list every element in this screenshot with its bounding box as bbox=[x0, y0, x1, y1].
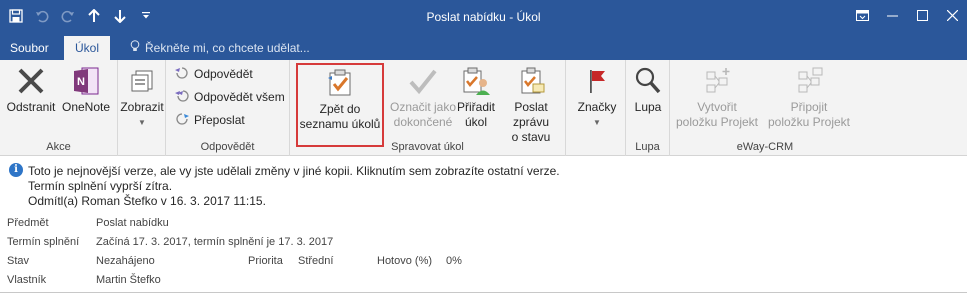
group-zoom: Lupa Lupa bbox=[626, 60, 670, 156]
onenote-button[interactable]: N OneNote bbox=[58, 64, 114, 115]
status-label: Stav bbox=[7, 255, 30, 267]
checkmark-icon bbox=[405, 64, 441, 98]
group-tags: Značky ▼ bbox=[566, 60, 626, 156]
tell-me-box[interactable]: Řekněte mi, co chcete udělat... bbox=[130, 36, 310, 60]
body-divider bbox=[0, 292, 967, 298]
onenote-label: OneNote bbox=[61, 100, 111, 114]
reply-all-label: Odpovědět všem bbox=[194, 90, 285, 104]
attach-project-icon bbox=[791, 64, 827, 98]
back-to-task-list-button[interactable]: Zpět do seznamu úkolů bbox=[296, 63, 384, 147]
minimize-icon[interactable] bbox=[877, 0, 907, 30]
close-icon[interactable] bbox=[937, 0, 967, 30]
view-button[interactable]: Zobrazit ▼ bbox=[118, 64, 166, 130]
group-manage-task: Zpět do seznamu úkolů Označit jako dokon… bbox=[290, 60, 566, 156]
ribbon-tabs: Soubor Úkol Řekněte mi, co chcete udělat… bbox=[0, 36, 967, 60]
title-bar: Poslat nabídku - Úkol bbox=[0, 0, 967, 36]
create-project-icon bbox=[699, 64, 735, 98]
status-value: Nezahájeno bbox=[96, 255, 155, 267]
group-zoom-label: Lupa bbox=[635, 141, 660, 153]
mark-complete-button[interactable]: Označit jako dokončené bbox=[388, 64, 458, 130]
group-eway-crm: Vytvořit položku Projekt Připojit položk… bbox=[670, 60, 860, 156]
info-line-due: Termín splnění vyprší zítra. bbox=[28, 179, 173, 193]
assign-task-line2: úkol bbox=[464, 115, 487, 129]
assign-task-line1: Přiřadit bbox=[456, 100, 495, 114]
attach-project-button[interactable]: Připojit položku Projekt bbox=[762, 64, 856, 130]
group-respond: Odpovědět Odpovědět všem Přeposlat Odpov… bbox=[166, 60, 290, 156]
reply-all-icon bbox=[174, 88, 190, 107]
reply-label: Odpovědět bbox=[194, 67, 253, 81]
window-title: Poslat nabídku - Úkol bbox=[426, 10, 541, 24]
percent-done-value: 0% bbox=[446, 255, 462, 267]
subject-label: Předmět bbox=[7, 217, 49, 229]
info-line-declined: Odmítl(a) Roman Štefko v 16. 3. 2017 11:… bbox=[28, 194, 266, 208]
due-label: Termín splnění bbox=[7, 236, 80, 248]
zoom-button-label: Lupa bbox=[634, 100, 662, 114]
tags-button[interactable]: Značky ▼ bbox=[570, 64, 624, 130]
view-icon bbox=[124, 64, 160, 98]
create-project-line2: položku Projekt bbox=[675, 115, 759, 129]
owner-value: Martin Štefko bbox=[96, 274, 161, 286]
delete-icon bbox=[13, 64, 49, 98]
priority-label: Priorita bbox=[248, 255, 283, 267]
forward-label: Přeposlat bbox=[194, 113, 245, 127]
create-project-button[interactable]: Vytvořit položku Projekt bbox=[670, 64, 764, 130]
group-respond-label: Odpovědět bbox=[200, 141, 255, 153]
subject-value: Poslat nabídku bbox=[96, 217, 169, 229]
mark-complete-line1: Označit jako bbox=[389, 100, 457, 114]
flag-icon bbox=[579, 64, 615, 98]
task-fields: Předmět Poslat nabídku Termín splnění Za… bbox=[0, 212, 967, 292]
tags-dropdown-icon: ▼ bbox=[593, 118, 601, 127]
view-dropdown-icon: ▼ bbox=[138, 118, 146, 127]
reply-button[interactable]: Odpovědět bbox=[174, 64, 253, 84]
ribbon-display-icon[interactable] bbox=[847, 0, 877, 30]
lightbulb-icon bbox=[130, 36, 140, 60]
svg-text:N: N bbox=[77, 76, 85, 88]
group-actions-label: Akce bbox=[46, 141, 71, 153]
task-list-icon bbox=[322, 66, 358, 100]
onenote-icon: N bbox=[68, 64, 104, 98]
group-eway-crm-label: eWay-CRM bbox=[736, 141, 794, 153]
send-status-report-button[interactable]: Poslat zprávu o stavu bbox=[496, 64, 566, 145]
ribbon: Odstranit N OneNote Akce Zobrazit ▼ Odpo… bbox=[0, 60, 967, 156]
group-view: Zobrazit ▼ bbox=[118, 60, 166, 156]
priority-value: Střední bbox=[298, 255, 334, 267]
maximize-icon[interactable] bbox=[907, 0, 937, 30]
back-to-task-list-line2: seznamu úkolů bbox=[299, 117, 381, 131]
tell-me-text: Řekněte mi, co chcete udělat... bbox=[145, 41, 310, 55]
delete-button[interactable]: Odstranit bbox=[4, 64, 58, 115]
view-label: Zobrazit bbox=[120, 100, 164, 114]
percent-done-label: Hotovo (%) bbox=[377, 255, 433, 267]
assign-task-icon bbox=[458, 64, 494, 98]
group-manage-task-label: Spravovat úkol bbox=[391, 141, 464, 153]
assign-task-button[interactable]: Přiřadit úkol bbox=[454, 64, 498, 130]
reply-icon bbox=[174, 65, 190, 84]
send-status-line1: Poslat zprávu bbox=[512, 100, 550, 129]
forward-icon bbox=[174, 111, 190, 130]
create-project-line1: Vytvořit bbox=[697, 100, 737, 114]
tab-file[interactable]: Soubor bbox=[10, 36, 49, 60]
group-actions: Odstranit N OneNote Akce bbox=[0, 60, 118, 156]
status-report-icon bbox=[513, 64, 549, 98]
info-bar[interactable]: i Toto je nejnovější verze, ale vy jste … bbox=[0, 156, 967, 210]
owner-label: Vlastník bbox=[7, 274, 47, 286]
reply-all-button[interactable]: Odpovědět všem bbox=[174, 87, 285, 107]
info-line-versions[interactable]: Toto je nejnovější verze, ale vy jste ud… bbox=[28, 164, 560, 178]
attach-project-line2: položku Projekt bbox=[767, 115, 851, 129]
due-value: Začíná 17. 3. 2017, termín splnění je 17… bbox=[96, 236, 334, 248]
zoom-button[interactable]: Lupa bbox=[626, 64, 670, 115]
delete-label: Odstranit bbox=[6, 100, 56, 114]
magnifier-icon bbox=[630, 64, 666, 98]
attach-project-line1: Připojit bbox=[790, 100, 828, 114]
window-controls bbox=[847, 0, 967, 30]
back-to-task-list-line1: Zpět do bbox=[319, 102, 361, 116]
info-icon: i bbox=[9, 163, 23, 177]
forward-button[interactable]: Přeposlat bbox=[174, 110, 245, 130]
tags-label: Značky bbox=[577, 100, 617, 114]
mark-complete-line2: dokončené bbox=[393, 115, 453, 129]
tab-task[interactable]: Úkol bbox=[64, 36, 110, 60]
